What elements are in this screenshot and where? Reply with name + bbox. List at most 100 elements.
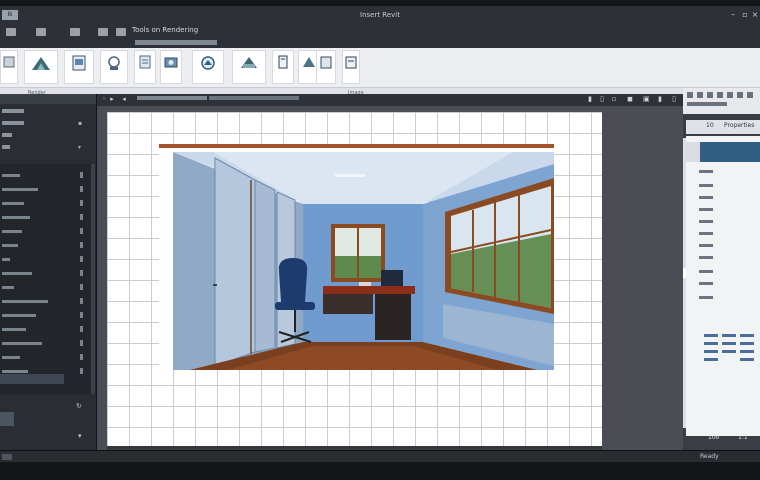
tree-item[interactable]	[0, 268, 96, 279]
chevron-down-icon[interactable]: ▾	[78, 144, 81, 151]
browser-tree	[0, 164, 96, 404]
tree-item[interactable]	[0, 212, 96, 223]
tool-icon[interactable]	[697, 92, 703, 98]
tool-icon[interactable]	[707, 92, 713, 98]
pan-icon[interactable]: ▸	[109, 96, 115, 103]
orbit-icon[interactable]: ◂	[121, 96, 127, 103]
ribbon-button-mountain[interactable]	[24, 50, 58, 84]
tree-item[interactable]	[0, 254, 96, 265]
save-icon	[70, 28, 80, 36]
tool-icon[interactable]	[717, 92, 723, 98]
refresh-icon[interactable]: ↻	[76, 402, 82, 410]
zoom-icon[interactable]: ◦	[101, 96, 107, 103]
property-row[interactable]	[699, 220, 713, 223]
panel-row[interactable]	[0, 132, 96, 142]
tab-properties[interactable]: Properties	[724, 122, 754, 129]
selection-swatch	[686, 142, 700, 162]
browser-scrollbar[interactable]	[91, 164, 95, 404]
ribbon-button-extra[interactable]	[342, 50, 360, 84]
property-row[interactable]	[699, 244, 713, 247]
property-row[interactable]	[699, 208, 713, 211]
tree-item[interactable]	[0, 170, 96, 181]
tool-icon[interactable]	[687, 92, 693, 98]
property-row[interactable]	[699, 256, 713, 259]
scroll-handle[interactable]	[683, 268, 686, 278]
ribbon-button-camera[interactable]	[160, 50, 182, 84]
scale-value[interactable]: 100	[708, 434, 719, 441]
list-item[interactable]	[704, 334, 718, 337]
ribbon-button-doc[interactable]	[272, 50, 294, 84]
open-button[interactable]	[32, 26, 50, 46]
ribbon-button-gallery[interactable]	[64, 50, 94, 84]
list-item[interactable]	[740, 350, 754, 353]
selected-property[interactable]	[700, 142, 760, 162]
panel-row[interactable]: ▪	[0, 120, 96, 130]
chevron-down-icon[interactable]: ▾	[78, 432, 82, 440]
property-row[interactable]	[699, 282, 713, 285]
maximize-icon[interactable]: ▫	[740, 10, 750, 20]
ribbon-button-document[interactable]	[134, 50, 156, 84]
property-row[interactable]	[699, 184, 713, 187]
tool-icon[interactable]	[747, 92, 753, 98]
save-button[interactable]	[66, 26, 84, 46]
tree-item[interactable]	[0, 226, 96, 237]
camera-icon[interactable]: ▫	[611, 96, 617, 103]
panel-row[interactable]	[0, 108, 96, 118]
ribbon-button-landscape[interactable]	[192, 50, 224, 84]
ribbon-button-sheet[interactable]	[316, 50, 336, 84]
property-row[interactable]	[699, 296, 713, 299]
ratio-value[interactable]: 1:1	[738, 434, 748, 441]
undo-button[interactable]	[112, 26, 130, 46]
panel-row[interactable]: ▾	[0, 144, 96, 154]
tool-icon[interactable]	[737, 92, 743, 98]
tree-item[interactable]	[0, 310, 96, 321]
close-view-icon[interactable]: ▯	[671, 96, 677, 103]
list-item[interactable]	[704, 358, 718, 361]
view-thumbnail[interactable]	[0, 412, 14, 426]
tree-item[interactable]	[0, 352, 96, 363]
tree-item[interactable]	[0, 198, 96, 209]
app-menu-button[interactable]	[2, 26, 20, 46]
print-icon	[98, 28, 108, 36]
properties-scrollbar[interactable]	[683, 138, 686, 428]
print-button[interactable]	[94, 26, 112, 46]
drawing-canvas[interactable]	[97, 106, 683, 450]
fit-icon[interactable]: ▯	[599, 96, 605, 103]
section-icon[interactable]: ▮	[587, 96, 593, 103]
ribbon-button-page[interactable]	[232, 50, 266, 84]
tree-item[interactable]	[0, 324, 96, 335]
help-icon[interactable]: ▣	[643, 96, 650, 103]
tree-item[interactable]	[0, 338, 96, 349]
list-item[interactable]	[704, 350, 718, 353]
list-item[interactable]	[722, 350, 736, 353]
expand-icon[interactable]: ▪	[78, 120, 82, 127]
ribbon-button-image[interactable]	[0, 50, 18, 84]
list-item[interactable]	[722, 342, 736, 345]
list-item[interactable]	[740, 358, 754, 361]
render-icon[interactable]: ◼	[627, 96, 633, 103]
app-logo[interactable]: Ik	[2, 10, 18, 20]
list-item[interactable]	[704, 342, 718, 345]
property-row[interactable]	[699, 170, 713, 173]
tree-item[interactable]	[0, 296, 96, 307]
tree-item[interactable]	[0, 184, 96, 195]
undo-icon	[116, 28, 126, 36]
property-row[interactable]	[699, 196, 713, 199]
tool-icon[interactable]	[727, 92, 733, 98]
close-icon[interactable]: ×	[750, 10, 760, 20]
rendered-image-frame[interactable]	[159, 144, 554, 370]
ribbon-button-user[interactable]	[100, 50, 128, 84]
selected-tree-item[interactable]	[0, 374, 64, 384]
tree-item[interactable]	[0, 282, 96, 293]
list-item[interactable]	[740, 334, 754, 337]
list-item[interactable]	[722, 334, 736, 337]
tab-number[interactable]: 10	[706, 122, 714, 129]
tree-item[interactable]	[0, 240, 96, 251]
properties-toolbar	[683, 88, 760, 114]
minimize-icon[interactable]: –	[728, 10, 738, 20]
panel-footer: ↻ ▾	[0, 394, 96, 450]
list-item[interactable]	[740, 342, 754, 345]
settings-icon[interactable]: ▮	[657, 96, 663, 103]
property-row[interactable]	[699, 270, 713, 273]
property-row[interactable]	[699, 232, 713, 235]
